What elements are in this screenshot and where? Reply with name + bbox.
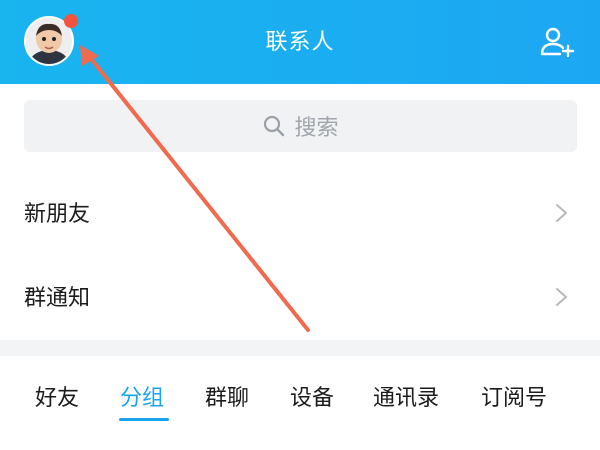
list-item-new-friends[interactable]: 新朋友 xyxy=(0,172,600,254)
search-placeholder: 搜索 xyxy=(294,116,339,141)
active-tab-indicator xyxy=(119,418,169,421)
tab-subscriptions[interactable]: 订阅号 xyxy=(481,380,547,412)
tab-groups[interactable]: 分组 xyxy=(120,380,164,412)
app-header: 联系人 xyxy=(0,0,600,84)
contact-tabs: 好友 分组 群聊 设备 通讯录 订阅号 xyxy=(0,356,600,450)
tab-group-chats[interactable]: 群聊 xyxy=(205,380,249,412)
list-item-label: 群通知 xyxy=(24,286,91,311)
list-item-label: 新朋友 xyxy=(24,202,91,227)
tab-devices[interactable]: 设备 xyxy=(290,380,334,412)
add-user-icon xyxy=(540,27,575,58)
chevron-right-icon xyxy=(556,288,567,306)
page-title: 联系人 xyxy=(265,30,335,55)
section-divider xyxy=(0,340,600,356)
search-icon xyxy=(264,115,285,137)
search-bar[interactable]: 搜索 xyxy=(24,100,577,152)
tab-address-book[interactable]: 通讯录 xyxy=(373,380,439,412)
list-item-group-notifications[interactable]: 群通知 xyxy=(0,256,600,338)
chevron-right-icon xyxy=(556,204,567,222)
add-friend-button[interactable] xyxy=(540,26,576,58)
tab-friends[interactable]: 好友 xyxy=(35,380,79,412)
